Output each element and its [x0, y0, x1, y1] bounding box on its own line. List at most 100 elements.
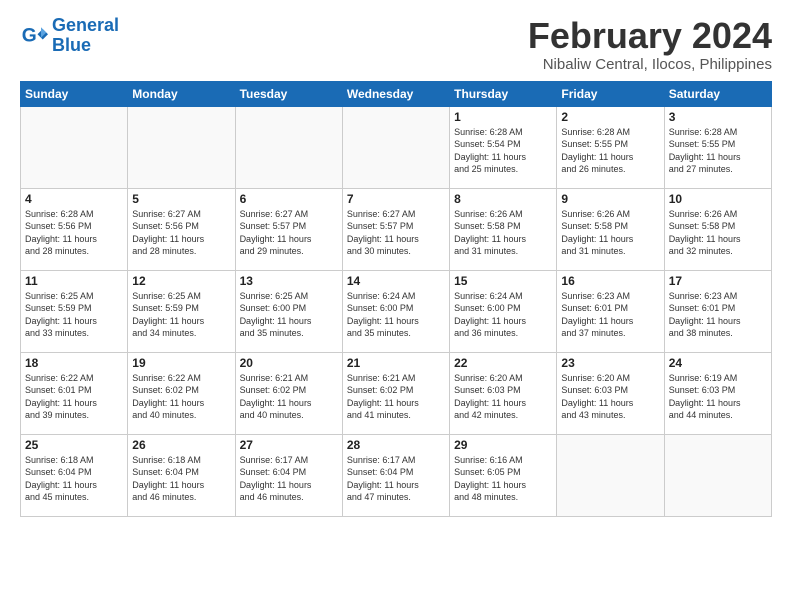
day-number: 14: [347, 274, 445, 288]
calendar-table: Sunday Monday Tuesday Wednesday Thursday…: [20, 81, 772, 517]
table-row: 15 Sunrise: 6:24 AM Sunset: 6:00 PM Dayli…: [450, 270, 557, 352]
header-thursday: Thursday: [450, 81, 557, 106]
table-row: 27 Sunrise: 6:17 AM Sunset: 6:04 PM Dayli…: [235, 434, 342, 516]
header-monday: Monday: [128, 81, 235, 106]
day-number: 2: [561, 110, 659, 124]
day-number: 23: [561, 356, 659, 370]
day-info: Sunrise: 6:28 AM Sunset: 5:55 PM Dayligh…: [669, 126, 767, 176]
day-number: 29: [454, 438, 552, 452]
day-info: Sunrise: 6:26 AM Sunset: 5:58 PM Dayligh…: [454, 208, 552, 258]
day-info: Sunrise: 6:28 AM Sunset: 5:56 PM Dayligh…: [25, 208, 123, 258]
calendar-week-row: 1 Sunrise: 6:28 AM Sunset: 5:54 PM Daylig…: [21, 106, 772, 188]
table-row: 22 Sunrise: 6:20 AM Sunset: 6:03 PM Dayli…: [450, 352, 557, 434]
day-number: 17: [669, 274, 767, 288]
table-row: [128, 106, 235, 188]
table-row: [342, 106, 449, 188]
day-info: Sunrise: 6:20 AM Sunset: 6:03 PM Dayligh…: [454, 372, 552, 422]
calendar-week-row: 4Sunrise: 6:28 AM Sunset: 5:56 PM Daylig…: [21, 188, 772, 270]
header-friday: Friday: [557, 81, 664, 106]
calendar-week-row: 18 Sunrise: 6:22 AM Sunset: 6:01 PM Dayli…: [21, 352, 772, 434]
table-row: 24Sunrise: 6:19 AM Sunset: 6:03 PM Dayli…: [664, 352, 771, 434]
day-info: Sunrise: 6:24 AM Sunset: 6:00 PM Dayligh…: [454, 290, 552, 340]
day-number: 11: [25, 274, 123, 288]
table-row: 5 Sunrise: 6:27 AM Sunset: 5:56 PM Daylig…: [128, 188, 235, 270]
table-row: 17 Sunrise: 6:23 AM Sunset: 6:01 PM Dayli…: [664, 270, 771, 352]
logo-text: General Blue: [52, 16, 119, 56]
table-row: 12 Sunrise: 6:25 AM Sunset: 5:59 PM Dayli…: [128, 270, 235, 352]
table-row: 23 Sunrise: 6:20 AM Sunset: 6:03 PM Dayli…: [557, 352, 664, 434]
day-info: Sunrise: 6:23 AM Sunset: 6:01 PM Dayligh…: [561, 290, 659, 340]
day-number: 10: [669, 192, 767, 206]
day-info: Sunrise: 6:20 AM Sunset: 6:03 PM Dayligh…: [561, 372, 659, 422]
day-number: 26: [132, 438, 230, 452]
day-info: Sunrise: 6:28 AM Sunset: 5:54 PM Dayligh…: [454, 126, 552, 176]
day-number: 16: [561, 274, 659, 288]
logo-line1: General: [52, 15, 119, 35]
day-number: 6: [240, 192, 338, 206]
day-info: Sunrise: 6:25 AM Sunset: 6:00 PM Dayligh…: [240, 290, 338, 340]
table-row: 13 Sunrise: 6:25 AM Sunset: 6:00 PM Dayli…: [235, 270, 342, 352]
day-info: Sunrise: 6:17 AM Sunset: 6:04 PM Dayligh…: [240, 454, 338, 504]
table-row: 6Sunrise: 6:27 AM Sunset: 5:57 PM Daylig…: [235, 188, 342, 270]
day-number: 8: [454, 192, 552, 206]
day-info: Sunrise: 6:19 AM Sunset: 6:03 PM Dayligh…: [669, 372, 767, 422]
day-number: 19: [132, 356, 230, 370]
day-number: 18: [25, 356, 123, 370]
calendar-week-row: 25Sunrise: 6:18 AM Sunset: 6:04 PM Dayli…: [21, 434, 772, 516]
location-title: Nibaliw Central, Ilocos, Philippines: [528, 56, 772, 73]
header-wednesday: Wednesday: [342, 81, 449, 106]
day-number: 12: [132, 274, 230, 288]
header-sunday: Sunday: [21, 81, 128, 106]
day-info: Sunrise: 6:18 AM Sunset: 6:04 PM Dayligh…: [132, 454, 230, 504]
day-info: Sunrise: 6:22 AM Sunset: 6:01 PM Dayligh…: [25, 372, 123, 422]
day-info: Sunrise: 6:16 AM Sunset: 6:05 PM Dayligh…: [454, 454, 552, 504]
day-info: Sunrise: 6:22 AM Sunset: 6:02 PM Dayligh…: [132, 372, 230, 422]
logo: G General Blue: [20, 16, 119, 56]
table-row: 29 Sunrise: 6:16 AM Sunset: 6:05 PM Dayli…: [450, 434, 557, 516]
day-info: Sunrise: 6:21 AM Sunset: 6:02 PM Dayligh…: [347, 372, 445, 422]
table-row: [664, 434, 771, 516]
table-row: 28Sunrise: 6:17 AM Sunset: 6:04 PM Dayli…: [342, 434, 449, 516]
day-number: 15: [454, 274, 552, 288]
svg-text:G: G: [22, 25, 37, 46]
table-row: 8 Sunrise: 6:26 AM Sunset: 5:58 PM Daylig…: [450, 188, 557, 270]
day-number: 27: [240, 438, 338, 452]
table-row: 19 Sunrise: 6:22 AM Sunset: 6:02 PM Dayli…: [128, 352, 235, 434]
table-row: [557, 434, 664, 516]
table-row: 4Sunrise: 6:28 AM Sunset: 5:56 PM Daylig…: [21, 188, 128, 270]
day-info: Sunrise: 6:25 AM Sunset: 5:59 PM Dayligh…: [132, 290, 230, 340]
table-row: 21Sunrise: 6:21 AM Sunset: 6:02 PM Dayli…: [342, 352, 449, 434]
table-row: 26 Sunrise: 6:18 AM Sunset: 6:04 PM Dayli…: [128, 434, 235, 516]
day-number: 3: [669, 110, 767, 124]
day-info: Sunrise: 6:24 AM Sunset: 6:00 PM Dayligh…: [347, 290, 445, 340]
day-info: Sunrise: 6:27 AM Sunset: 5:57 PM Dayligh…: [347, 208, 445, 258]
day-number: 5: [132, 192, 230, 206]
page-header: G General Blue February 2024 Nibaliw Cen…: [20, 16, 772, 73]
table-row: [21, 106, 128, 188]
day-number: 28: [347, 438, 445, 452]
day-info: Sunrise: 6:28 AM Sunset: 5:55 PM Dayligh…: [561, 126, 659, 176]
day-info: Sunrise: 6:26 AM Sunset: 5:58 PM Dayligh…: [561, 208, 659, 258]
logo-line2: Blue: [52, 35, 91, 55]
table-row: 7 Sunrise: 6:27 AM Sunset: 5:57 PM Daylig…: [342, 188, 449, 270]
day-info: Sunrise: 6:18 AM Sunset: 6:04 PM Dayligh…: [25, 454, 123, 504]
day-number: 7: [347, 192, 445, 206]
day-number: 9: [561, 192, 659, 206]
table-row: 25Sunrise: 6:18 AM Sunset: 6:04 PM Dayli…: [21, 434, 128, 516]
day-number: 13: [240, 274, 338, 288]
table-row: 10 Sunrise: 6:26 AM Sunset: 5:58 PM Dayli…: [664, 188, 771, 270]
table-row: 3 Sunrise: 6:28 AM Sunset: 5:55 PM Daylig…: [664, 106, 771, 188]
table-row: 11 Sunrise: 6:25 AM Sunset: 5:59 PM Dayli…: [21, 270, 128, 352]
day-number: 1: [454, 110, 552, 124]
day-info: Sunrise: 6:23 AM Sunset: 6:01 PM Dayligh…: [669, 290, 767, 340]
logo-icon: G: [20, 22, 48, 50]
table-row: 16 Sunrise: 6:23 AM Sunset: 6:01 PM Dayli…: [557, 270, 664, 352]
table-row: [235, 106, 342, 188]
table-row: 9 Sunrise: 6:26 AM Sunset: 5:58 PM Daylig…: [557, 188, 664, 270]
month-year-title: February 2024: [528, 16, 772, 56]
day-info: Sunrise: 6:26 AM Sunset: 5:58 PM Dayligh…: [669, 208, 767, 258]
day-info: Sunrise: 6:25 AM Sunset: 5:59 PM Dayligh…: [25, 290, 123, 340]
day-info: Sunrise: 6:27 AM Sunset: 5:56 PM Dayligh…: [132, 208, 230, 258]
header-saturday: Saturday: [664, 81, 771, 106]
day-number: 22: [454, 356, 552, 370]
